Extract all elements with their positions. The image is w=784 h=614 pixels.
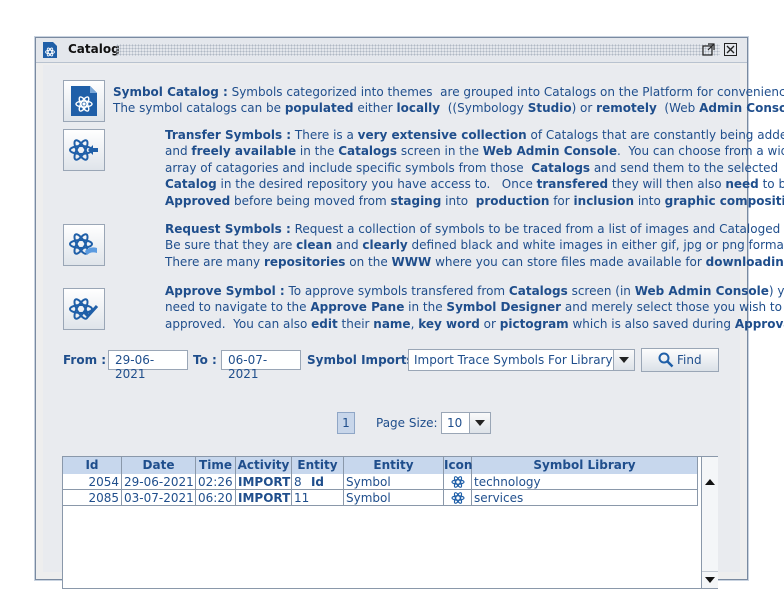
find-button[interactable]: Find	[641, 348, 719, 372]
description-line: approved. You can also edit their name, …	[165, 316, 784, 331]
catalog-window: Catalog Symbol Catalog: Symbols categor…	[35, 37, 784, 589]
atom-request-icon	[69, 233, 97, 255]
cell-entity-id: 11	[292, 490, 344, 506]
table-row[interactable]: 2054 29-06-2021 02:26 IMPORT 8 Symbol technolo…	[63, 474, 698, 490]
cell-activity: IMPORT	[236, 490, 292, 506]
description-line: and freely available in the Catalogs scr…	[165, 144, 784, 159]
from-date-field[interactable]: 29-06-2021	[108, 350, 188, 381]
to-label: To :	[193, 353, 217, 367]
page-size-label: Page Size:	[376, 416, 438, 430]
table-header: Id Date Time Activity Entity Id Entity Icon Sym…	[63, 457, 698, 489]
search-icon	[658, 352, 674, 368]
column-header-time[interactable]: Time	[196, 457, 236, 474]
description-line: There are many repositories on the WWW w…	[165, 254, 784, 269]
maximize-icon[interactable]	[702, 43, 715, 56]
imports-table: Id Date Time Activity Entity Id Entity Icon Sym…	[62, 456, 718, 589]
find-label: Find	[677, 353, 702, 367]
window-title: Catalog	[68, 42, 120, 56]
column-header-id[interactable]: Id	[63, 457, 122, 474]
catalog-app-icon	[43, 42, 57, 58]
description-line: Transfer Symbols : There is a very exten…	[165, 128, 784, 142]
description-line: Catalog in the desired repository you ha…	[165, 177, 784, 192]
description-line: Approve Symbol : To approve symbols tran…	[165, 284, 784, 298]
cell-time: 06:20	[196, 490, 236, 506]
description-line: Be sure that they are clean and clearly …	[165, 238, 784, 253]
symbol-catalog-description: Symbol Catalog : Symbols categorized int…	[113, 84, 784, 117]
scroll-up-icon[interactable]	[702, 474, 718, 490]
symbol-catalog-tile[interactable]	[63, 80, 105, 122]
description-line: need to navigate to the Approve Pane in …	[165, 300, 784, 315]
cell-date: 03-07-2021	[122, 490, 196, 506]
atom-icon	[444, 474, 472, 490]
page-number-button[interactable]: 1	[337, 412, 355, 434]
transfer-symbols-description: Transfer Symbols : There is a very exten…	[165, 127, 784, 209]
close-icon[interactable]	[724, 43, 737, 56]
column-header-icon[interactable]: Icon	[444, 457, 472, 474]
title-bar-grip	[116, 44, 720, 56]
atom-approve-icon	[69, 298, 99, 320]
vertical-scrollbar[interactable]	[701, 457, 718, 588]
symbol-imports-value: Import Trace Symbols For Library	[414, 353, 613, 367]
cell-library: technology	[472, 474, 698, 490]
from-label: From :	[63, 353, 107, 367]
table-row[interactable]: 2085 03-07-2021 06:20 IMPORT 11 Symbol service…	[63, 490, 698, 506]
atom-icon	[444, 490, 472, 506]
scroll-down-icon[interactable]	[702, 571, 718, 588]
description-line: Symbol Catalog : Symbols categorized int…	[113, 85, 784, 99]
description-line: Approved before being moved from staging…	[165, 193, 784, 208]
column-header-date[interactable]: Date	[122, 457, 196, 474]
description-line: array of catagories and include specific…	[165, 160, 779, 175]
cell-library: services	[472, 490, 698, 506]
catalog-document-icon	[71, 86, 97, 116]
approve-symbol-description: Approve Symbol : To approve symbols tran…	[165, 283, 784, 332]
catalog-pane: Symbol Catalog : Symbols categorized int…	[43, 65, 784, 589]
transfer-symbols-tile[interactable]	[63, 129, 105, 171]
symbol-imports-label: Symbol Imports :	[307, 353, 423, 367]
cell-id: 2054	[63, 474, 122, 490]
page-size-value: 10	[447, 416, 463, 430]
description-line: Request Symbols : Request a collection o…	[165, 222, 781, 236]
cell-entity-id: 8	[292, 474, 344, 490]
approve-symbol-tile[interactable]	[63, 288, 105, 330]
cell-date: 29-06-2021	[122, 474, 196, 490]
cell-time: 02:26	[196, 474, 236, 490]
to-date-field[interactable]: 06-07-2021	[221, 350, 301, 381]
cell-activity: IMPORT	[236, 474, 292, 490]
request-symbols-tile[interactable]	[63, 224, 105, 266]
request-symbols-description: Request Symbols : Request a collection o…	[165, 221, 784, 270]
column-header-entity[interactable]: Entity	[344, 457, 444, 474]
title-bar[interactable]: Catalog	[36, 38, 747, 63]
chevron-down-icon[interactable]	[613, 350, 634, 370]
atom-transfer-icon	[69, 139, 98, 161]
cell-id: 2085	[63, 490, 122, 506]
column-header-library[interactable]: Symbol Library	[472, 457, 698, 474]
cell-entity: Symbol	[344, 490, 444, 506]
cell-entity: Symbol	[344, 474, 444, 490]
chevron-down-icon[interactable]	[469, 413, 490, 433]
column-header-entity-id[interactable]: Entity Id	[292, 457, 344, 489]
column-header-activity[interactable]: Activity	[236, 457, 292, 474]
symbol-imports-select[interactable]: Import Trace Symbols For Library	[408, 349, 635, 371]
description-line: The symbol catalogs can be populated eit…	[113, 101, 784, 116]
page-size-select[interactable]: 10	[441, 412, 491, 434]
